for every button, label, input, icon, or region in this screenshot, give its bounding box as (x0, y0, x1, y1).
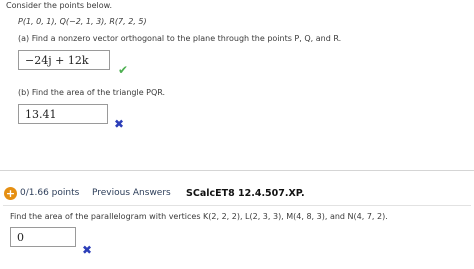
part-b-answer-field[interactable]: 13.41 (18, 104, 108, 124)
part-a-answer-value: −24j + 12k (25, 54, 89, 67)
cross-icon: ✖ (82, 243, 93, 257)
section-divider (0, 170, 474, 171)
part-a-prompt: (a) Find a nonzero vector orthogonal to … (18, 34, 342, 43)
problem2-answer-value: 0 (17, 231, 24, 244)
problem-code: SCalcET8 12.4.507.XP. (186, 188, 305, 199)
score-label: 0/1.66 points (20, 188, 80, 198)
plus-circle-icon: + (4, 187, 17, 200)
part-b-prompt: (b) Find the area of the triangle PQR. (18, 88, 166, 97)
problem1-intro: Consider the points below. (6, 1, 113, 10)
previous-answers-link[interactable]: Previous Answers (92, 188, 171, 198)
problem2-answer-field[interactable]: 0 (10, 227, 76, 247)
header-divider (3, 205, 471, 206)
check-icon: ✔ (118, 63, 129, 77)
problem1-points: P(1, 0, 1), Q(−2, 1, 3), R(7, 2, 5) (18, 17, 147, 26)
problem2-prompt: Find the area of the parallelogram with … (10, 212, 388, 221)
cross-icon: ✖ (114, 117, 125, 131)
part-b-answer-value: 13.41 (25, 108, 57, 121)
part-a-answer-field[interactable]: −24j + 12k (18, 50, 110, 70)
